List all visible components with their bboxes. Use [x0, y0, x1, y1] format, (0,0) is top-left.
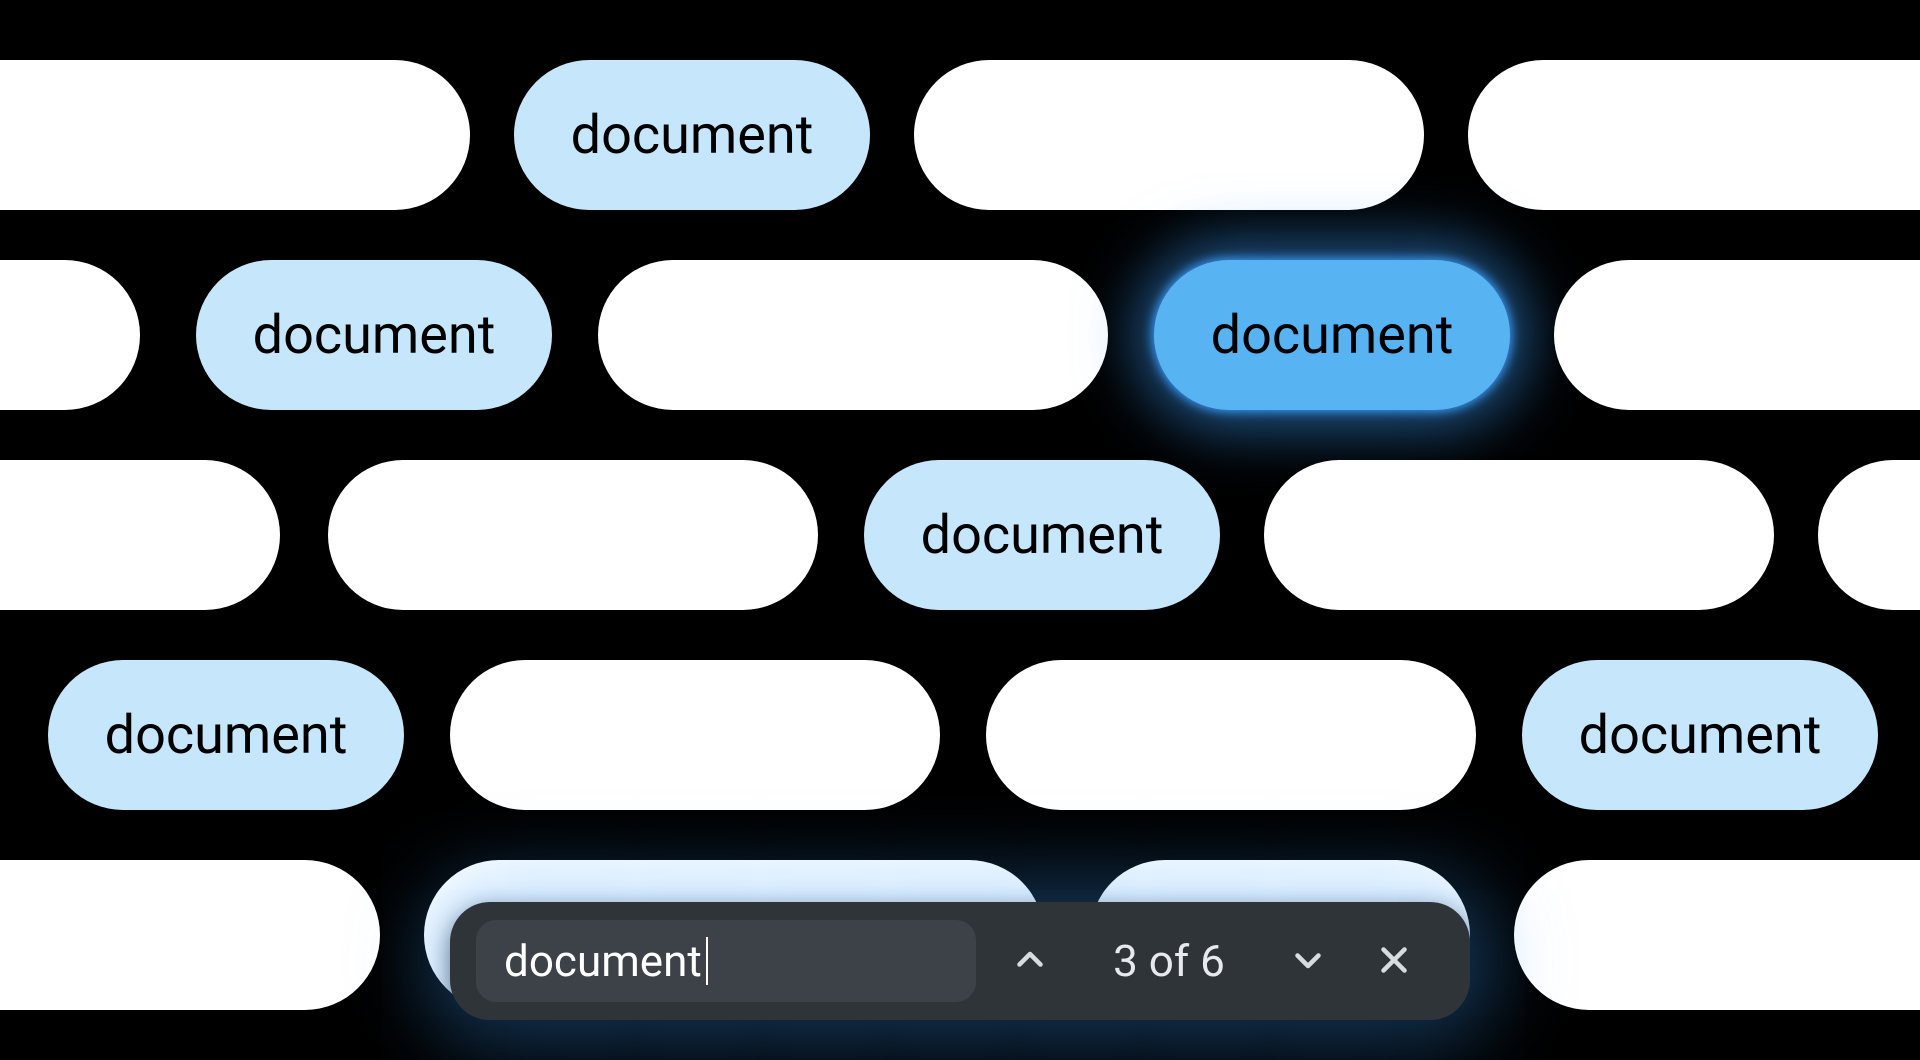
pill-match: document	[864, 460, 1220, 610]
pill-blank	[0, 460, 280, 610]
find-prev-button[interactable]	[998, 929, 1062, 993]
text-caret	[706, 937, 708, 985]
pill-match: document	[1522, 660, 1878, 810]
pill-label: document	[921, 504, 1164, 567]
pill-blank	[0, 860, 380, 1010]
pill-blank	[1514, 860, 1920, 1010]
pill-label: document	[1211, 304, 1454, 367]
pill-blank	[986, 660, 1476, 810]
close-icon	[1376, 942, 1412, 981]
find-input-text: document	[504, 935, 702, 987]
find-next-button[interactable]	[1276, 929, 1340, 993]
pill-blank	[1818, 460, 1920, 610]
pill-blank	[0, 60, 470, 210]
pill-label: document	[105, 704, 348, 767]
chevron-down-icon	[1290, 942, 1326, 981]
pill-blank	[598, 260, 1108, 410]
pill-blank	[1468, 60, 1920, 210]
find-bar: document 3 of 6	[450, 902, 1470, 1020]
pill-blank	[1264, 460, 1774, 610]
pill-match: document	[48, 660, 404, 810]
pill-blank	[914, 60, 1424, 210]
pill-blank	[328, 460, 818, 610]
pill-blank	[0, 260, 140, 410]
find-close-button[interactable]	[1362, 929, 1426, 993]
pill-label: document	[571, 104, 814, 167]
find-match-count: 3 of 6	[1084, 935, 1254, 987]
pill-match: document	[196, 260, 552, 410]
find-input[interactable]: document	[476, 920, 976, 1002]
pill-blank	[1554, 260, 1920, 410]
pill-match-active: document	[1154, 260, 1510, 410]
pill-blank	[450, 660, 940, 810]
pill-label: document	[253, 304, 496, 367]
pill-canvas: documentdocumentdocumentdocumentdocument…	[0, 0, 1920, 1060]
pill-match: document	[514, 60, 870, 210]
chevron-up-icon	[1012, 942, 1048, 981]
pill-label: document	[1579, 704, 1822, 767]
